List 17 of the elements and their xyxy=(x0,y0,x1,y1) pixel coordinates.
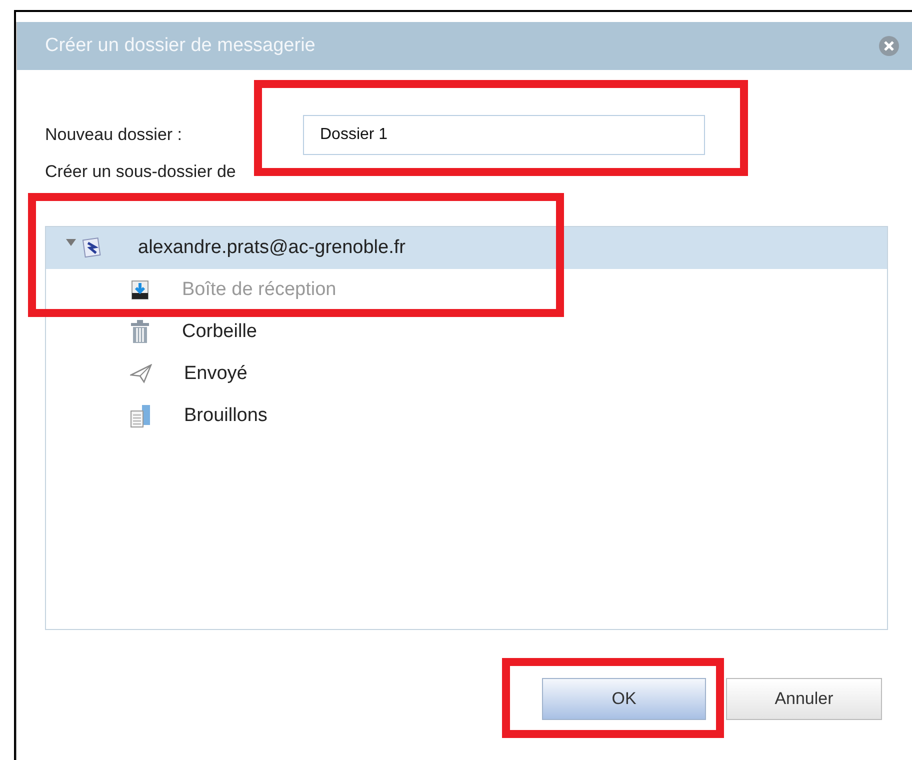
cancel-button[interactable]: Annuler xyxy=(726,678,882,720)
dialog-title: Créer un dossier de messagerie xyxy=(45,35,316,57)
tree-row[interactable]: Corbeille xyxy=(46,311,887,353)
close-icon[interactable] xyxy=(878,35,900,57)
parent-folder-label: Créer un sous-dossier de xyxy=(45,162,236,182)
tree-row[interactable]: alexandre.prats@ac-grenoble.fr xyxy=(46,227,887,269)
drafts-icon xyxy=(130,404,152,428)
tree-row[interactable]: Brouillons xyxy=(46,395,887,437)
account-icon xyxy=(82,237,102,259)
ok-button[interactable]: OK xyxy=(542,678,706,720)
paper-plane-icon xyxy=(130,364,152,384)
trash-icon xyxy=(130,320,150,344)
inbox-icon xyxy=(130,280,150,300)
folder-name-field[interactable]: Dossier 1 xyxy=(303,115,705,155)
field-label: Nouveau dossier : xyxy=(45,125,184,145)
expand-caret-icon[interactable] xyxy=(66,239,76,247)
tree-row[interactable]: Envoyé xyxy=(46,353,887,395)
